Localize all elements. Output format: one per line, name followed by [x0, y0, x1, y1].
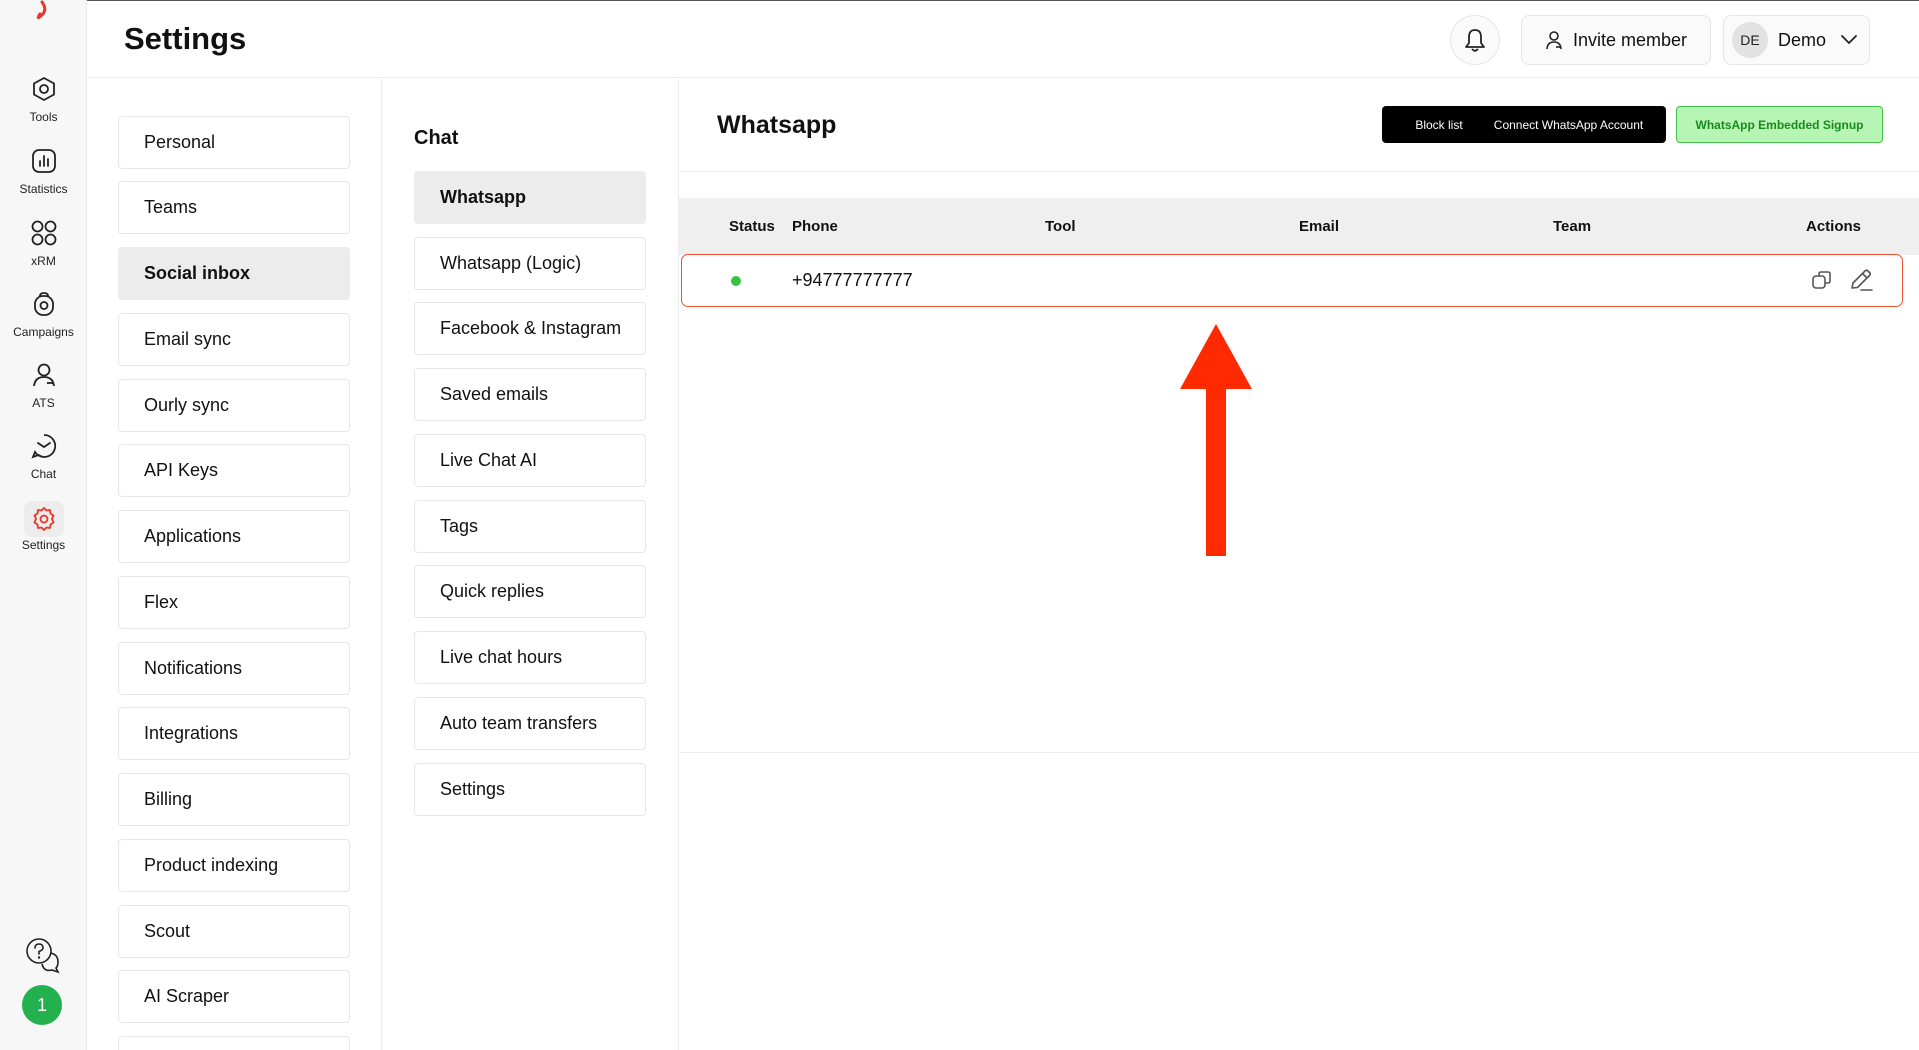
bar-chart-icon: [29, 146, 59, 176]
chat-nav-whatsapp-logic[interactable]: Whatsapp (Logic): [414, 237, 646, 290]
notification-avatar[interactable]: 1: [22, 985, 62, 1025]
chat-nav-live-chat-hours[interactable]: Live chat hours: [414, 631, 646, 684]
column-header-actions: Actions: [1806, 218, 1862, 235]
settings-nav-applications[interactable]: Applications: [118, 510, 350, 563]
invite-member-label: Invite member: [1572, 29, 1688, 50]
chat-nav-settings[interactable]: Settings: [414, 763, 646, 816]
rail-label: Tools: [29, 110, 58, 124]
campaign-icon: [29, 289, 59, 319]
settings-nav: Personal Teams Social inbox Email sync O…: [87, 79, 382, 1050]
settings-nav-email-sync[interactable]: Email sync: [118, 313, 350, 366]
divider: [679, 171, 1919, 172]
user-icon: [29, 360, 59, 390]
chat-icon: [29, 431, 59, 461]
column-header-phone: Phone: [792, 218, 838, 235]
user-menu-button[interactable]: DE Demo: [1723, 15, 1870, 65]
settings-nav-billing[interactable]: Billing: [118, 773, 350, 826]
settings-nav-social-inbox[interactable]: Social inbox: [118, 247, 350, 300]
connect-whatsapp-button[interactable]: Connect WhatsApp Account: [1471, 106, 1666, 143]
settings-nav-flex[interactable]: Flex: [118, 576, 350, 629]
rail-label: Chat: [30, 467, 57, 481]
settings-nav-integrations[interactable]: Integrations: [118, 707, 350, 760]
chat-nav-live-chat-ai[interactable]: Live Chat AI: [414, 434, 646, 487]
chat-nav-quick-replies[interactable]: Quick replies: [414, 565, 646, 618]
page-title: Settings: [124, 21, 247, 56]
avatar: DE: [1732, 22, 1768, 58]
settings-nav-product-indexing[interactable]: Product indexing: [118, 839, 350, 892]
invite-member-button[interactable]: Invite member: [1521, 15, 1711, 65]
rail-label: Settings: [21, 538, 66, 552]
notifications-button[interactable]: [1450, 15, 1500, 65]
whatsapp-embedded-signup-button[interactable]: WhatsApp Embedded Signup: [1676, 106, 1883, 143]
chat-settings-nav: Chat Whatsapp Whatsapp (Logic) Facebook …: [383, 79, 679, 1050]
settings-nav-teams[interactable]: Teams: [118, 181, 350, 234]
chat-nav-facebook-instagram[interactable]: Facebook & Instagram: [414, 302, 646, 355]
status-indicator: [731, 276, 741, 286]
user-name: Demo: [1778, 29, 1827, 50]
rail-label: ATS: [32, 396, 55, 410]
whatsapp-panel: Whatsapp Block list Connect WhatsApp Acc…: [679, 79, 1919, 753]
chat-nav-whatsapp[interactable]: Whatsapp: [414, 171, 646, 224]
settings-nav-more[interactable]: [118, 1036, 350, 1050]
app-logo-icon[interactable]: [24, 0, 60, 24]
table-row[interactable]: +94777777777: [681, 254, 1903, 307]
phone-cell: +94777777777: [792, 270, 913, 290]
rail-item-settings[interactable]: Settings: [0, 501, 87, 563]
rail-label: Campaigns: [13, 325, 74, 339]
edit-icon[interactable]: [1848, 267, 1874, 293]
settings-nav-api-keys[interactable]: API Keys: [118, 444, 350, 497]
left-rail: Tools Statistics xRM Campaigns ATS Chat: [0, 0, 87, 1050]
copy-icon[interactable]: [1810, 268, 1834, 292]
rail-item-tools[interactable]: Tools: [0, 74, 87, 136]
rail-item-ats[interactable]: ATS: [0, 360, 87, 422]
settings-nav-scout[interactable]: Scout: [118, 905, 350, 958]
column-header-team: Team: [1553, 218, 1592, 235]
top-header: Settings Invite member DE Demo: [87, 0, 1919, 78]
rail-item-xrm[interactable]: xRM: [0, 218, 87, 280]
chevron-down-icon: [1841, 35, 1857, 45]
settings-nav-ourly-sync[interactable]: Ourly sync: [118, 379, 350, 432]
settings-nav-notifications[interactable]: Notifications: [118, 642, 350, 695]
rail-label: Statistics: [19, 182, 68, 196]
column-header-tool: Tool: [1045, 218, 1076, 235]
chat-nav-auto-team-transfers[interactable]: Auto team transfers: [414, 697, 646, 750]
rail-label: xRM: [31, 254, 56, 268]
hexagon-settings-icon: [29, 74, 59, 104]
gear-icon: [23, 501, 64, 537]
bell-icon: [1465, 29, 1485, 52]
rail-item-statistics[interactable]: Statistics: [0, 146, 87, 208]
column-header-email: Email: [1299, 218, 1340, 235]
panel-title: Whatsapp: [717, 111, 837, 139]
annotation-arrow-icon: [1180, 324, 1252, 556]
help-chat-icon[interactable]: [24, 936, 62, 974]
chat-nav-saved-emails[interactable]: Saved emails: [414, 368, 646, 421]
grid-icon: [29, 218, 59, 248]
table-header: Status Phone Tool Email Team Actions: [679, 198, 1919, 255]
settings-nav-ai-scraper[interactable]: AI Scraper: [118, 970, 350, 1023]
settings-nav-personal[interactable]: Personal: [118, 116, 350, 169]
user-icon: [1546, 31, 1562, 50]
rail-item-chat[interactable]: Chat: [0, 431, 87, 493]
rail-item-campaigns[interactable]: Campaigns: [0, 289, 87, 351]
column-header-status: Status: [729, 218, 775, 235]
chat-nav-title: Chat: [414, 127, 459, 149]
chat-nav-tags[interactable]: Tags: [414, 500, 646, 553]
